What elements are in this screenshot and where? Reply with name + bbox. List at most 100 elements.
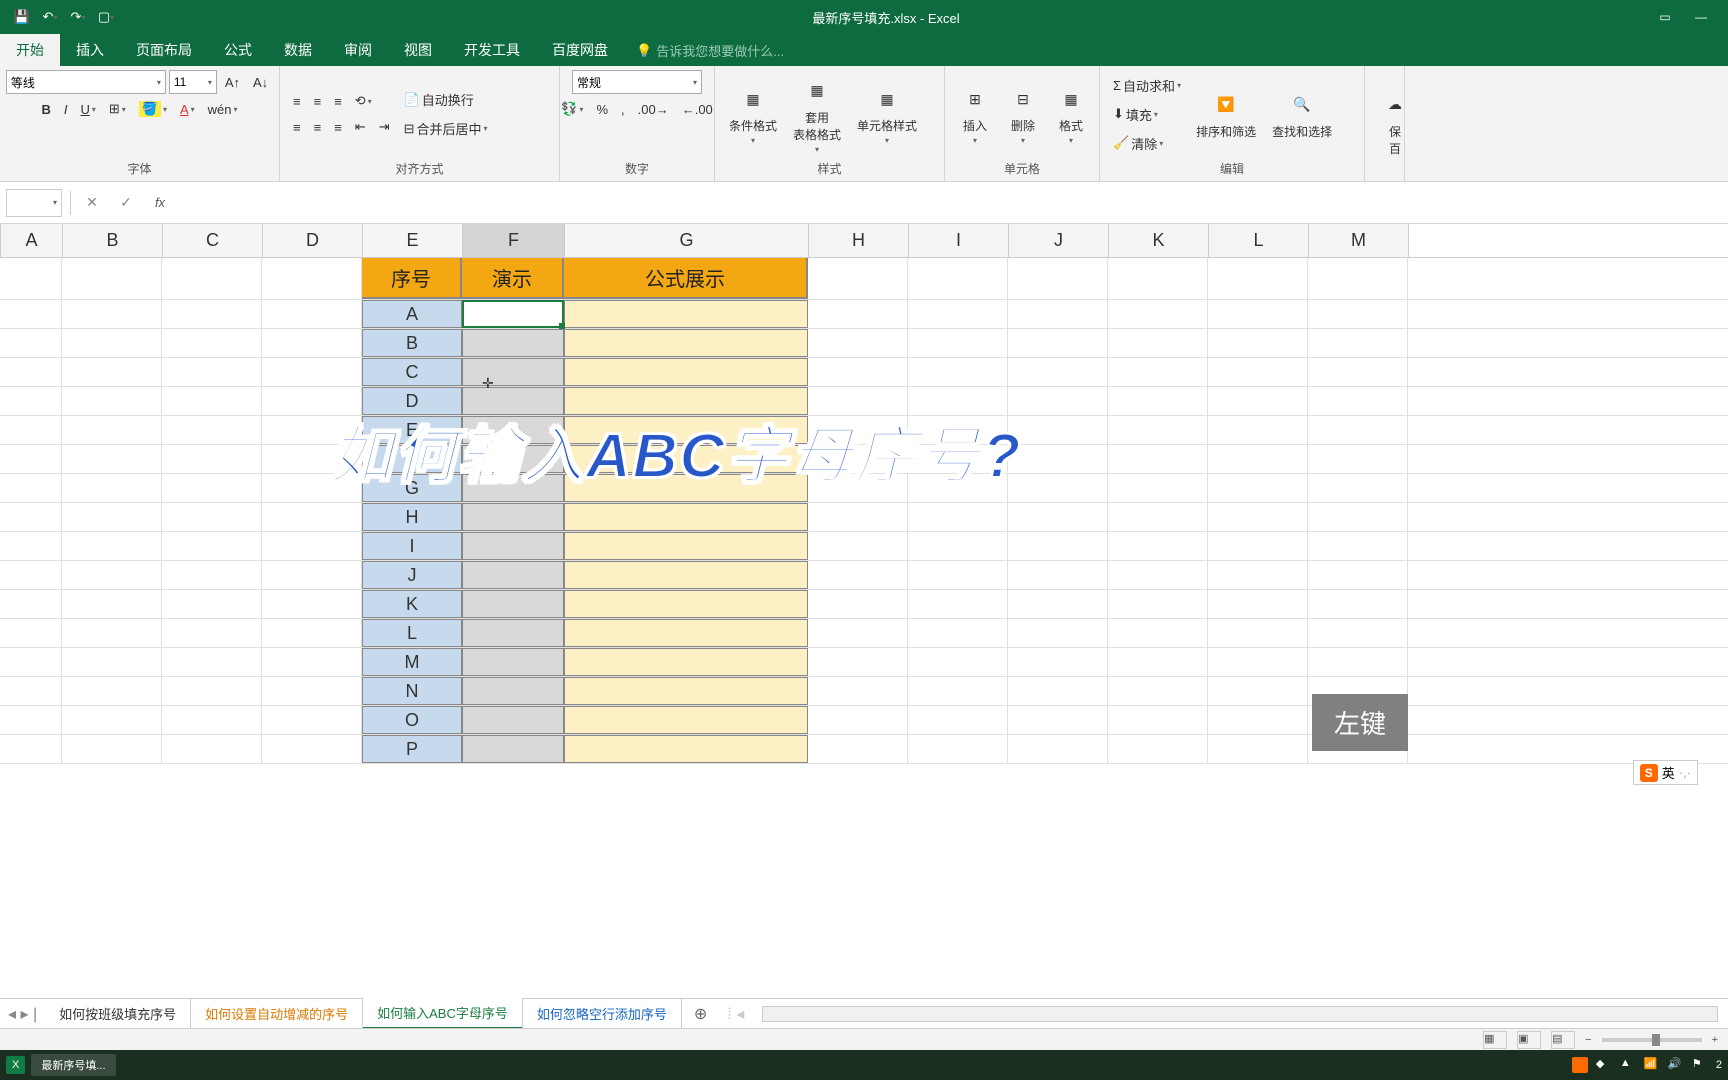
insert-cells-button[interactable]: ⊞插入▾ (953, 79, 997, 149)
tray-flag-icon[interactable]: ⚑ (1692, 1057, 1708, 1073)
tab-insert[interactable]: 插入 (60, 34, 120, 66)
col-header-M[interactable]: M (1309, 224, 1409, 257)
cell[interactable] (564, 735, 808, 763)
cell[interactable] (0, 329, 62, 357)
cell[interactable] (1108, 735, 1208, 763)
cell[interactable] (1108, 300, 1208, 328)
cell[interactable] (62, 706, 162, 734)
col-header-J[interactable]: J (1009, 224, 1109, 257)
cell[interactable] (564, 532, 808, 560)
redo-icon[interactable]: ↷▾ (68, 7, 88, 27)
cell[interactable] (0, 358, 62, 386)
cell[interactable] (908, 561, 1008, 589)
bold-button[interactable]: B (36, 99, 55, 120)
cell[interactable] (262, 258, 362, 299)
border-button[interactable]: ⊞▾ (104, 98, 131, 120)
cell[interactable] (1108, 358, 1208, 386)
cell[interactable] (462, 648, 564, 676)
cell[interactable] (0, 590, 62, 618)
cell[interactable] (0, 532, 62, 560)
cell[interactable]: K (362, 590, 462, 618)
cell[interactable] (1008, 474, 1108, 502)
cell[interactable]: C (362, 358, 462, 386)
cell[interactable] (462, 300, 564, 328)
cell[interactable] (1108, 445, 1208, 473)
zoom-slider[interactable] (1602, 1038, 1702, 1042)
col-header-B[interactable]: B (63, 224, 163, 257)
ime-indicator[interactable]: S 英 ·,· (1633, 760, 1698, 785)
cell[interactable] (0, 677, 62, 705)
cell[interactable] (908, 619, 1008, 647)
align-right-icon[interactable]: ≡ (329, 117, 347, 138)
cell[interactable] (808, 503, 908, 531)
cell[interactable] (262, 358, 362, 386)
cell[interactable] (1008, 561, 1108, 589)
cell[interactable] (0, 648, 62, 676)
view-layout-icon[interactable]: ▣ (1517, 1031, 1541, 1049)
view-normal-icon[interactable]: ▦ (1483, 1031, 1507, 1049)
cell[interactable] (62, 300, 162, 328)
cell[interactable] (808, 619, 908, 647)
cell[interactable] (162, 561, 262, 589)
cell[interactable] (62, 445, 162, 473)
cell[interactable] (162, 648, 262, 676)
cell[interactable] (162, 590, 262, 618)
cell[interactable] (162, 532, 262, 560)
delete-cells-button[interactable]: ⊟删除▾ (1001, 79, 1045, 149)
name-box[interactable]: ▾ (6, 189, 62, 217)
cell[interactable] (1208, 300, 1308, 328)
conditional-format-button[interactable]: ▦条件格式▾ (723, 79, 783, 149)
cell[interactable] (1008, 300, 1108, 328)
underline-button[interactable]: U▾ (75, 99, 100, 120)
wrap-text-button[interactable]: 📄 自动换行 (399, 87, 493, 112)
sheet-tab-1[interactable]: 如何设置自动增减的序号 (191, 999, 363, 1028)
cell[interactable] (1008, 329, 1108, 357)
taskbar-window[interactable]: 最新序号填... (31, 1054, 115, 1076)
cell[interactable] (1108, 561, 1208, 589)
cell[interactable] (62, 329, 162, 357)
col-header-G[interactable]: G (565, 224, 809, 257)
cell[interactable] (462, 706, 564, 734)
cell[interactable]: H (362, 503, 462, 531)
cell[interactable] (1208, 503, 1308, 531)
horizontal-scrollbar[interactable] (762, 1006, 1718, 1022)
cell[interactable] (908, 677, 1008, 705)
zoom-out-icon[interactable]: − (1585, 1034, 1591, 1046)
cell[interactable] (1208, 445, 1308, 473)
cell[interactable] (564, 503, 808, 531)
taskbar-excel-icon[interactable]: X (6, 1056, 25, 1074)
tab-baidu[interactable]: 百度网盘 (536, 34, 624, 66)
cell[interactable]: J (362, 561, 462, 589)
cell[interactable] (162, 445, 262, 473)
add-sheet-button[interactable]: ⊕ (682, 1004, 719, 1024)
cell[interactable] (1208, 358, 1308, 386)
cell[interactable] (62, 258, 162, 299)
tab-developer[interactable]: 开发工具 (448, 34, 536, 66)
col-header-I[interactable]: I (909, 224, 1009, 257)
cell[interactable] (262, 590, 362, 618)
merge-center-button[interactable]: ⊟ 合并后居中▾ (399, 116, 493, 141)
baidu-save-button[interactable]: ☁保 百 (1373, 85, 1417, 161)
align-middle-icon[interactable]: ≡ (309, 91, 327, 112)
comma-icon[interactable]: , (616, 99, 630, 120)
col-header-L[interactable]: L (1209, 224, 1309, 257)
ribbon-options-icon[interactable]: ▭ (1656, 8, 1674, 26)
cell[interactable] (808, 258, 908, 299)
cell[interactable]: N (362, 677, 462, 705)
cell[interactable] (808, 590, 908, 618)
cell[interactable]: 公式展示 (564, 258, 808, 299)
cell[interactable] (808, 706, 908, 734)
cell[interactable] (1108, 648, 1208, 676)
cell[interactable] (808, 735, 908, 763)
cell[interactable] (1208, 590, 1308, 618)
cell[interactable] (1208, 706, 1308, 734)
cell[interactable] (908, 706, 1008, 734)
increase-font-icon[interactable]: A↑ (220, 72, 245, 93)
cell[interactable]: O (362, 706, 462, 734)
cell[interactable] (1208, 258, 1308, 299)
cell[interactable] (1208, 677, 1308, 705)
cell[interactable] (462, 358, 564, 386)
percent-icon[interactable]: % (591, 99, 613, 120)
cell[interactable] (1308, 474, 1408, 502)
col-header-H[interactable]: H (809, 224, 909, 257)
